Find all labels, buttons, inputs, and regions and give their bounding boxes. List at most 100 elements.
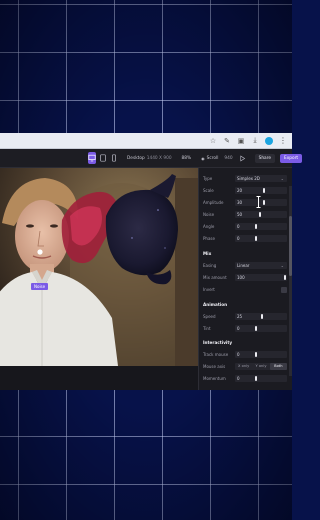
mix-amount-slider[interactable]: 100: [235, 274, 287, 281]
speed-value: 25: [237, 314, 243, 319]
mouse-axis-row: Mouse axis X only Y only Both: [203, 363, 287, 370]
tint-value: 0: [237, 326, 240, 331]
invert-checkbox[interactable]: [281, 286, 287, 293]
properties-panel: Type Simplex 2D ⌄ Scale 20 Amplitude 30 …: [198, 168, 292, 390]
tablet-icon: [100, 154, 106, 162]
slider-handle[interactable]: [284, 275, 286, 280]
momentum-row: Momentum 0: [203, 375, 287, 382]
slider-handle[interactable]: [255, 224, 257, 229]
slider-handle[interactable]: [255, 376, 257, 381]
scale-label: Scale: [203, 188, 214, 193]
amplitude-row: Amplitude 30: [203, 199, 287, 206]
easing-select[interactable]: Linear ⌄: [235, 262, 287, 269]
play-icon[interactable]: [239, 154, 246, 162]
scroll-toggle[interactable]: ◉ Scroll: [201, 156, 218, 161]
phone-view-button[interactable]: [110, 152, 118, 164]
type-value: Simplex 2D: [237, 176, 260, 181]
noise-value: 50: [237, 212, 243, 217]
tablet-view-button[interactable]: [99, 152, 107, 164]
scale-row: Scale 20: [203, 187, 287, 194]
tint-label: Tint: [203, 326, 211, 331]
mix-amount-value: 100: [237, 275, 245, 280]
speed-row: Speed 25: [203, 313, 287, 320]
noise-label: Noise: [203, 212, 215, 217]
noise-layer-tag[interactable]: Noise: [31, 283, 49, 290]
type-row: Type Simplex 2D ⌄: [203, 175, 287, 182]
scroll-icon: ◉: [201, 155, 205, 161]
scale-value: 20: [237, 188, 243, 193]
desktop-view-button[interactable]: [88, 152, 96, 164]
track-mouse-value: 0: [237, 352, 240, 357]
slider-handle[interactable]: [255, 352, 257, 357]
scroll-value[interactable]: 940: [224, 156, 232, 161]
track-mouse-label: Track mouse: [203, 352, 229, 357]
animation-section-title: Animation: [203, 302, 228, 307]
amplitude-slider[interactable]: 30: [235, 199, 287, 206]
mix-section-title: Mix: [203, 251, 212, 256]
mouse-axis-label: Mouse axis: [203, 364, 226, 369]
puzzle-icon[interactable]: ▣: [237, 137, 245, 145]
mouse-axis-y-option[interactable]: Y only: [252, 363, 269, 370]
download-icon[interactable]: ⤓: [251, 136, 259, 145]
phase-label: Phase: [203, 236, 215, 241]
panel-scrollbar[interactable]: [289, 186, 292, 376]
easing-row: Easing Linear ⌄: [203, 262, 287, 269]
tint-slider[interactable]: 0: [235, 325, 287, 332]
type-label: Type: [203, 176, 213, 181]
more-icon[interactable]: ⋮: [279, 136, 287, 145]
amplitude-value: 30: [237, 200, 243, 205]
mix-amount-row: Mix amount 100: [203, 274, 287, 281]
phase-value: 0: [237, 236, 240, 241]
device-label[interactable]: Desktop: [127, 156, 145, 161]
momentum-slider[interactable]: 0: [235, 375, 287, 382]
momentum-label: Momentum: [203, 376, 226, 381]
editor-toolbar: Desktop 1440 X 900 88% ◉ Scroll 940 Shar…: [0, 149, 303, 168]
invert-row: Invert: [203, 286, 287, 293]
angle-value: 0: [237, 224, 240, 229]
phone-icon: [112, 154, 116, 162]
phase-slider[interactable]: 0: [235, 235, 287, 242]
extension-icon[interactable]: ✎: [223, 137, 231, 145]
chevron-down-icon: ⌄: [280, 263, 284, 268]
preview-canvas[interactable]: Noise: [0, 168, 198, 366]
scale-slider[interactable]: 20: [235, 187, 287, 194]
device-size: 1440 X 900: [146, 155, 172, 161]
momentum-value: 0: [237, 376, 240, 381]
speed-label: Speed: [203, 314, 216, 319]
slider-handle[interactable]: [263, 200, 265, 205]
star-icon[interactable]: ☆: [209, 137, 217, 145]
export-button[interactable]: Export: [280, 153, 303, 163]
track-mouse-slider[interactable]: 0: [235, 351, 287, 358]
slider-handle[interactable]: [255, 236, 257, 241]
text-cursor-icon: [256, 196, 261, 208]
noise-row: Noise 50: [203, 211, 287, 218]
angle-label: Angle: [203, 224, 215, 229]
angle-slider[interactable]: 0: [235, 223, 287, 230]
editor-app: Desktop 1440 X 900 88% ◉ Scroll 940 Shar…: [0, 149, 303, 390]
chevron-down-icon: ⌄: [280, 176, 284, 181]
phase-row: Phase 0: [203, 235, 287, 242]
scrollbar-thumb[interactable]: [289, 216, 292, 276]
type-select[interactable]: Simplex 2D ⌄: [235, 175, 287, 182]
slider-handle[interactable]: [259, 212, 261, 217]
slider-handle[interactable]: [263, 188, 265, 193]
mouse-axis-x-option[interactable]: X only: [235, 363, 252, 370]
mouse-axis-segmented: X only Y only Both: [235, 363, 287, 370]
angle-row: Angle 0: [203, 223, 287, 230]
noise-slider[interactable]: 50: [235, 211, 287, 218]
scroll-label: Scroll: [206, 155, 219, 161]
preview-image: [0, 168, 198, 366]
monitor-icon: [88, 154, 96, 162]
track-mouse-row: Track mouse 0: [203, 351, 287, 358]
share-button[interactable]: Share: [254, 153, 275, 163]
zoom-level[interactable]: 88%: [182, 156, 192, 161]
easing-value: Linear: [237, 263, 250, 268]
tint-row: Tint 0: [203, 325, 287, 332]
slider-handle[interactable]: [255, 326, 257, 331]
speed-slider[interactable]: 25: [235, 313, 287, 320]
profile-avatar[interactable]: [265, 136, 273, 145]
mix-amount-label: Mix amount: [203, 275, 227, 280]
mouse-axis-both-option[interactable]: Both: [269, 363, 287, 370]
slider-handle[interactable]: [261, 314, 263, 319]
amplitude-label: Amplitude: [203, 200, 224, 205]
